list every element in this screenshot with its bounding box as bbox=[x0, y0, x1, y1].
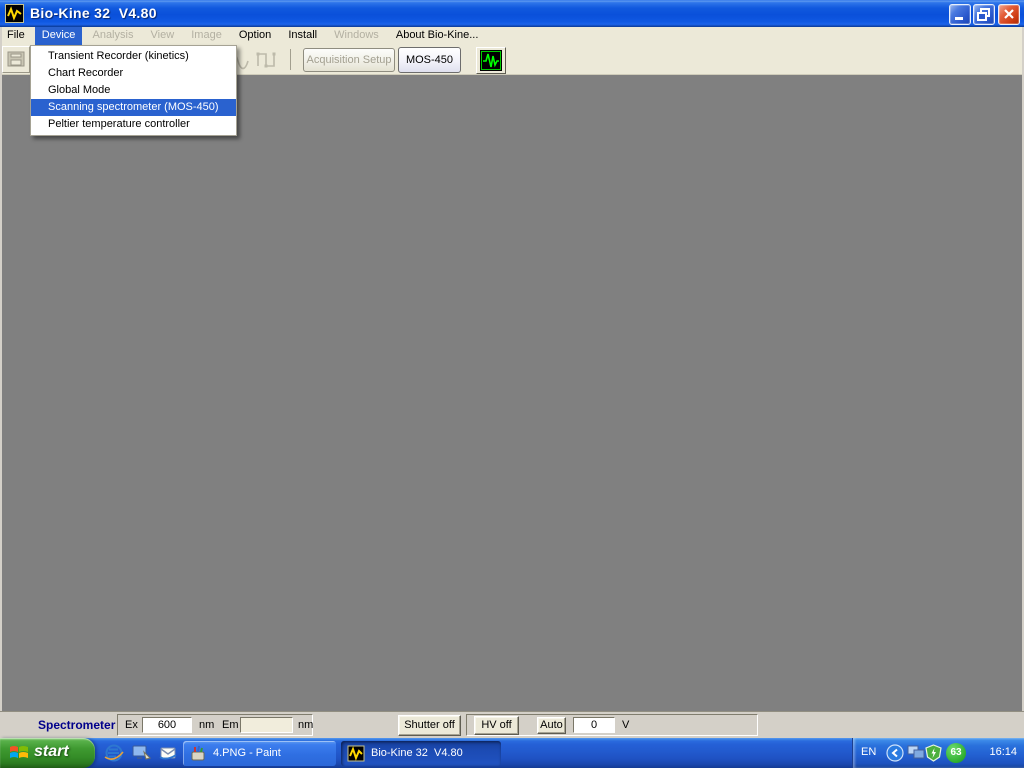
titlebar: Bio-Kine 32 V4.80 bbox=[0, 0, 1024, 27]
menu-option[interactable]: Option bbox=[232, 27, 278, 45]
hide-icons-chevron-icon[interactable] bbox=[886, 744, 904, 765]
ex-wavelength-input[interactable] bbox=[142, 717, 192, 733]
menu-item-chart-recorder[interactable]: Chart Recorder bbox=[31, 65, 236, 82]
toolbar-separator bbox=[290, 49, 291, 70]
hv-button[interactable]: HV off bbox=[474, 716, 519, 735]
task-label: Bio-Kine 32 V4.80 bbox=[371, 747, 463, 759]
acquisition-setup-button: Acquisition Setup bbox=[303, 48, 395, 72]
task-label: 4.PNG - Paint bbox=[213, 747, 281, 759]
internet-explorer-icon[interactable] bbox=[104, 743, 124, 763]
task-biokine[interactable]: Bio-Kine 32 V4.80 bbox=[341, 741, 501, 766]
voltage-input[interactable] bbox=[573, 717, 615, 733]
spectrometer-label: Spectrometer bbox=[38, 718, 115, 732]
close-button[interactable] bbox=[998, 4, 1020, 25]
em-wavelength-input bbox=[240, 717, 293, 733]
hv-panel: HV off Auto V bbox=[466, 714, 758, 736]
em-unit-label: nm bbox=[298, 719, 313, 731]
network-icon[interactable] bbox=[907, 745, 925, 764]
menu-analysis: Analysis bbox=[85, 27, 140, 45]
ex-label: Ex bbox=[125, 719, 138, 731]
menu-device[interactable]: Device bbox=[35, 27, 83, 45]
window-title: Bio-Kine 32 V4.80 bbox=[30, 5, 157, 21]
menu-about[interactable]: About Bio-Kine... bbox=[389, 27, 486, 45]
shutter-button[interactable]: Shutter off bbox=[398, 715, 461, 736]
menu-item-scanning-spectrometer[interactable]: Scanning spectrometer (MOS-450) bbox=[31, 99, 236, 116]
voltage-unit-label: V bbox=[622, 719, 629, 731]
windows-logo-icon bbox=[8, 743, 30, 768]
ex-unit-label: nm bbox=[199, 719, 214, 731]
device-menu: Transient Recorder (kinetics) Chart Reco… bbox=[30, 45, 237, 136]
menu-file[interactable]: File bbox=[0, 27, 32, 45]
mos450-button[interactable]: MOS-450 bbox=[398, 47, 461, 73]
task-paint[interactable]: 4.PNG - Paint bbox=[183, 741, 336, 766]
menu-item-transient-recorder[interactable]: Transient Recorder (kinetics) bbox=[31, 48, 236, 65]
menu-view: View bbox=[144, 27, 182, 45]
menu-item-peltier-controller[interactable]: Peltier temperature controller bbox=[31, 116, 236, 133]
antivirus-shield-icon[interactable] bbox=[925, 744, 942, 765]
green-oscilloscope-trace-icon bbox=[480, 50, 502, 71]
biokine-icon bbox=[347, 745, 365, 765]
start-label: start bbox=[34, 743, 69, 761]
save-icon[interactable] bbox=[2, 46, 30, 73]
minimize-button[interactable] bbox=[949, 4, 971, 25]
clock[interactable]: 16:14 bbox=[989, 746, 1017, 758]
menubar: File Device Analysis View Image Option I… bbox=[0, 27, 1024, 45]
outlook-express-icon[interactable] bbox=[158, 743, 178, 763]
oscilloscope-trace-button[interactable] bbox=[476, 47, 506, 74]
menu-item-global-mode[interactable]: Global Mode bbox=[31, 82, 236, 99]
start-button[interactable]: start bbox=[0, 738, 95, 768]
language-indicator[interactable]: EN bbox=[861, 746, 876, 758]
menu-image: Image bbox=[184, 27, 229, 45]
system-tray: EN 63 16:14 bbox=[852, 738, 1024, 768]
wave-pulse-icon bbox=[254, 48, 280, 72]
show-desktop-icon[interactable] bbox=[131, 743, 151, 763]
app-icon bbox=[5, 4, 24, 23]
tray-status-badge[interactable]: 63 bbox=[946, 743, 966, 763]
menu-install[interactable]: Install bbox=[281, 27, 324, 45]
menu-windows: Windows bbox=[327, 27, 386, 45]
wavelength-panel: Ex nm Em nm bbox=[117, 714, 313, 736]
spectrometer-bar: Spectrometer Ex nm Em nm Shutter off HV … bbox=[0, 711, 1024, 738]
client-area bbox=[2, 76, 1022, 711]
taskbar: start 4.PNG - Pai bbox=[0, 738, 1024, 768]
restore-button[interactable] bbox=[973, 4, 995, 25]
paint-icon bbox=[189, 745, 207, 765]
auto-button[interactable]: Auto bbox=[537, 717, 566, 734]
em-label: Em bbox=[222, 719, 239, 731]
